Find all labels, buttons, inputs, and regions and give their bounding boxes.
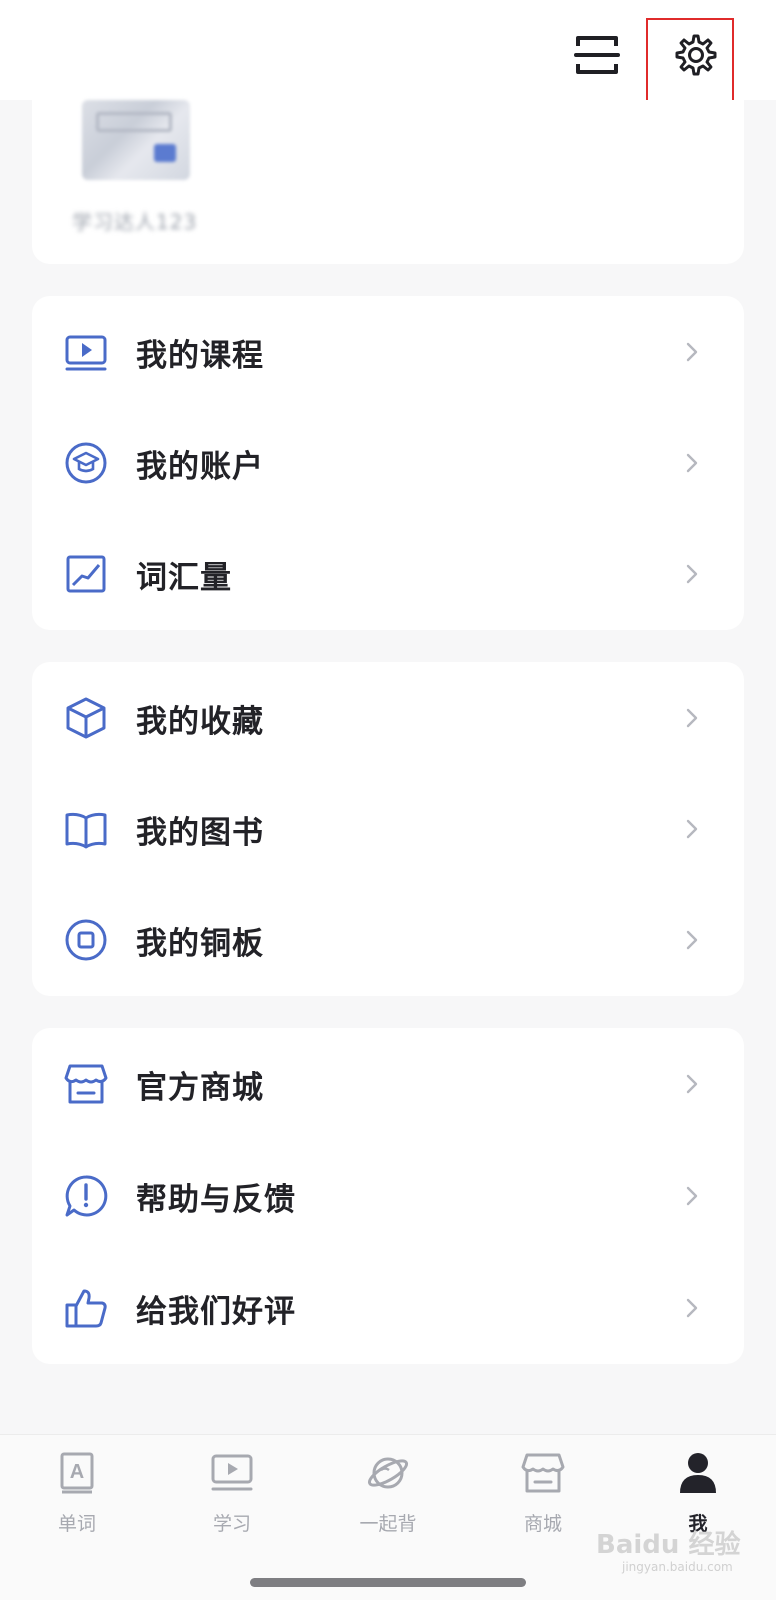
graduation-cap-icon [64,441,108,485]
tab-study[interactable]: 学习 [172,1449,292,1549]
menu-item-help-feedback[interactable]: 帮助与反馈 [32,1140,744,1252]
menu-item-rate-us[interactable]: 给我们好评 [32,1252,744,1364]
menu-item-my-books[interactable]: 我的图书 [32,773,744,885]
scan-button[interactable] [572,30,622,80]
menu-item-my-coins[interactable]: 我的铜板 [32,884,744,996]
thumbs-up-icon [64,1286,108,1330]
menu-item-label: 官方商城 [136,1069,264,1106]
book-icon [64,807,108,851]
tab-label: 一起背 [359,1513,417,1535]
menu-item-label: 我的账户 [136,448,264,485]
menu-item-label: 我的课程 [136,337,264,374]
study-play-icon [208,1449,256,1497]
home-indicator[interactable] [250,1578,526,1587]
menu-item-label: 我的图书 [136,814,264,851]
menu-item-official-store[interactable]: 官方商城 [32,1028,744,1140]
word-card-icon: A [53,1449,101,1497]
watermark-url: jingyan.baidu.com [622,1560,733,1574]
chevron-right-icon [686,1074,698,1094]
course-play-icon [64,330,108,374]
tab-store[interactable]: 商城 [483,1449,603,1549]
avatar[interactable] [82,100,190,180]
store-icon [519,1449,567,1497]
menu-card-3: 官方商城 帮助与反馈 给我们好评 [32,1028,744,1364]
person-icon [674,1449,722,1497]
coin-icon [64,918,108,962]
menu-card-1: 我的课程 我的账户 词汇量 [32,296,744,630]
cube-icon [64,696,108,740]
menu-card-2: 我的收藏 我的图书 我的铜板 [32,662,744,996]
tab-label: 学习 [212,1513,251,1535]
chevron-right-icon [686,1186,698,1206]
username: 学习达人123 [72,210,198,234]
trend-chart-icon [64,552,108,596]
menu-item-my-courses[interactable]: 我的课程 [32,296,744,408]
chevron-right-icon [686,708,698,728]
tab-words[interactable]: A 单词 [17,1449,137,1549]
tab-label: 商城 [523,1513,562,1535]
scan-icon [574,36,620,74]
profile-card[interactable]: 学习达人123 [32,100,744,264]
svg-text:A: A [70,1461,84,1483]
planet-icon [364,1449,412,1497]
tab-label: 单词 [57,1513,96,1535]
chevron-right-icon [686,453,698,473]
menu-item-label: 我的铜板 [136,925,264,962]
menu-item-label: 词汇量 [136,559,232,596]
bottom-tab-bar: A 单词 学习 一起背 商城 我 [0,1434,776,1600]
menu-item-label: 帮助与反馈 [136,1181,296,1218]
menu-item-vocabulary[interactable]: 词汇量 [32,518,744,630]
chevron-right-icon [686,1298,698,1318]
menu-item-my-favorites[interactable]: 我的收藏 [32,662,744,774]
chevron-right-icon [686,564,698,584]
menu-item-label: 我的收藏 [136,703,264,740]
menu-item-my-account[interactable]: 我的账户 [32,407,744,519]
chevron-right-icon [686,930,698,950]
feedback-icon [64,1174,108,1218]
watermark-logo: Baidu 经验 [596,1530,741,1560]
chevron-right-icon [686,819,698,839]
chevron-right-icon [686,342,698,362]
store-icon [64,1062,108,1106]
tab-recite-together[interactable]: 一起背 [328,1449,448,1549]
menu-item-label: 给我们好评 [136,1293,296,1330]
